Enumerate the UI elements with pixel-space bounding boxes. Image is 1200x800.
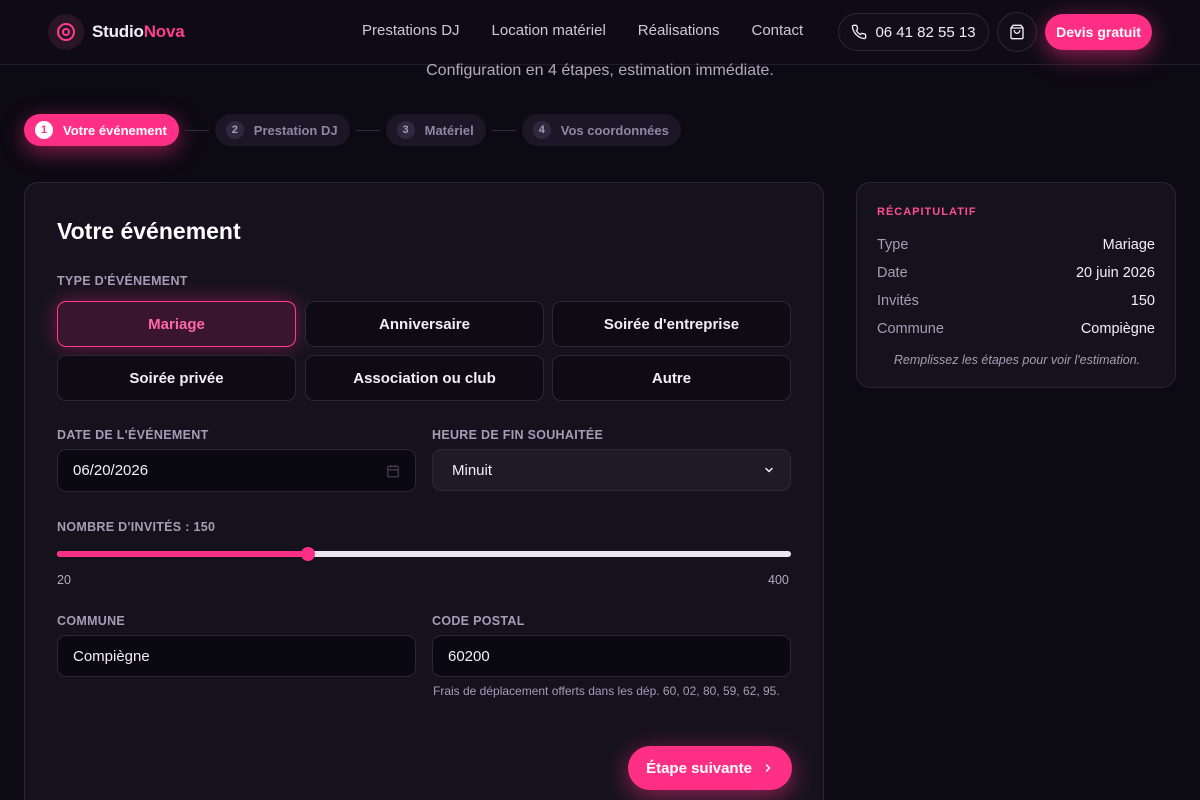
event-date-value: 06/20/2026 xyxy=(73,462,149,479)
event-date-input[interactable]: 06/20/2026 xyxy=(57,449,416,492)
nav-prestations-dj[interactable]: Prestations DJ xyxy=(362,22,460,39)
summary-value: Compiègne xyxy=(1080,321,1155,337)
postal-code-input[interactable]: 60200 xyxy=(432,635,791,677)
summary-key: Date xyxy=(877,265,908,281)
step-number: 3 xyxy=(396,121,415,139)
free-quote-button[interactable]: Devis gratuit xyxy=(1045,14,1152,50)
step-divider xyxy=(184,129,209,131)
end-time-value: Minuit xyxy=(452,461,493,479)
chevron-right-icon xyxy=(765,764,771,772)
summary-key: Type xyxy=(877,237,909,253)
event-date-label: Date de l'événement xyxy=(57,428,209,442)
event-type-anniversaire[interactable]: Anniversaire xyxy=(305,301,544,347)
nav-realisations[interactable]: Réalisations xyxy=(638,22,720,39)
step-divider xyxy=(491,129,516,131)
chevron-down-icon xyxy=(765,467,773,473)
step-4[interactable]: 4 Vos coordonnées xyxy=(521,114,681,146)
city-input[interactable]: Compiègne xyxy=(57,635,416,677)
step-divider xyxy=(355,129,380,131)
logo-text-first: Studio xyxy=(92,22,144,41)
phone-icon xyxy=(852,24,867,40)
postal-code-hint: Frais de déplacement offerts dans les dé… xyxy=(433,684,780,698)
step-number: 4 xyxy=(532,121,551,139)
guests-slider[interactable] xyxy=(57,547,791,561)
summary-key: Invités xyxy=(877,293,919,309)
cart-button[interactable] xyxy=(997,12,1037,52)
event-type-association[interactable]: Association ou club xyxy=(305,355,544,401)
summary-card: RÉCAPITULATIF Type Mariage Date 20 juin … xyxy=(856,182,1176,388)
summary-value: 20 juin 2026 xyxy=(1075,265,1155,281)
phone-number: 06 41 82 55 13 xyxy=(875,23,976,41)
vinyl-disc-icon xyxy=(48,14,84,50)
calendar-icon[interactable] xyxy=(386,464,400,478)
step-3[interactable]: 3 Matériel xyxy=(385,114,486,146)
city-value: Compiègne xyxy=(73,647,150,665)
guests-slider-fill xyxy=(57,551,309,557)
step-number: 2 xyxy=(225,121,244,139)
summary-value: 150 xyxy=(1130,293,1155,309)
summary-title: RÉCAPITULATIF xyxy=(877,206,977,218)
shopping-bag-icon xyxy=(1010,24,1024,40)
phone-button[interactable]: 06 41 82 55 13 xyxy=(838,13,989,51)
guests-max: 400 xyxy=(768,573,789,587)
step-number: 1 xyxy=(35,121,53,139)
event-type-soiree-privee[interactable]: Soirée privée xyxy=(57,355,296,401)
summary-row-city: Commune Compiègne xyxy=(877,321,1155,337)
next-step-button[interactable]: Étape suivante xyxy=(628,746,792,790)
nav-contact[interactable]: Contact xyxy=(752,22,804,39)
form-title: Votre événement xyxy=(57,218,241,244)
summary-note: Remplissez les étapes pour voir l'estima… xyxy=(893,353,1141,367)
summary-row-guests: Invités 150 xyxy=(877,293,1155,309)
step-label: Vos coordonnées xyxy=(560,122,669,138)
city-label: Commune xyxy=(57,614,126,628)
summary-row-type: Type Mariage xyxy=(877,237,1155,253)
step-2[interactable]: 2 Prestation DJ xyxy=(214,114,350,146)
event-type-mariage[interactable]: Mariage xyxy=(57,301,296,347)
event-form-card: Votre événement Type d'événement Mariage… xyxy=(24,182,824,800)
end-time-label: Heure de fin souhaitée xyxy=(432,428,604,442)
event-type-autre[interactable]: Autre xyxy=(552,355,791,401)
site-header: StudioNova Prestations DJ Location matér… xyxy=(0,0,1200,65)
guests-min: 20 xyxy=(57,573,71,587)
next-step-label: Étape suivante xyxy=(646,759,752,777)
logo-text: StudioNova xyxy=(92,22,185,42)
event-type-soiree-entreprise[interactable]: Soirée d'entreprise xyxy=(552,301,791,347)
page-subtitle: Configuration en 4 étapes, estimation im… xyxy=(426,62,774,79)
logo-text-second: Nova xyxy=(143,22,185,41)
end-time-select[interactable]: Minuit xyxy=(432,449,791,491)
step-label: Votre événement xyxy=(63,122,167,138)
summary-value: Mariage xyxy=(1102,237,1155,253)
nav-location-materiel[interactable]: Location matériel xyxy=(492,22,606,39)
event-type-label: Type d'événement xyxy=(57,274,188,288)
main-nav: Prestations DJ Location matériel Réalisa… xyxy=(362,22,835,39)
postal-code-value: 60200 xyxy=(448,647,490,665)
postal-code-label: Code postal xyxy=(432,614,525,628)
guests-label: Nombre d'invités : 150 xyxy=(57,520,216,534)
logo[interactable]: StudioNova xyxy=(48,14,185,50)
step-progress: 1 Votre événement 2 Prestation DJ 3 Maté… xyxy=(24,114,681,146)
step-1[interactable]: 1 Votre événement xyxy=(24,114,179,146)
step-label: Matériel xyxy=(424,122,474,138)
summary-row-date: Date 20 juin 2026 xyxy=(877,265,1155,281)
summary-key: Commune xyxy=(877,321,944,337)
step-label: Prestation DJ xyxy=(253,122,338,138)
guests-slider-thumb[interactable] xyxy=(301,547,316,561)
